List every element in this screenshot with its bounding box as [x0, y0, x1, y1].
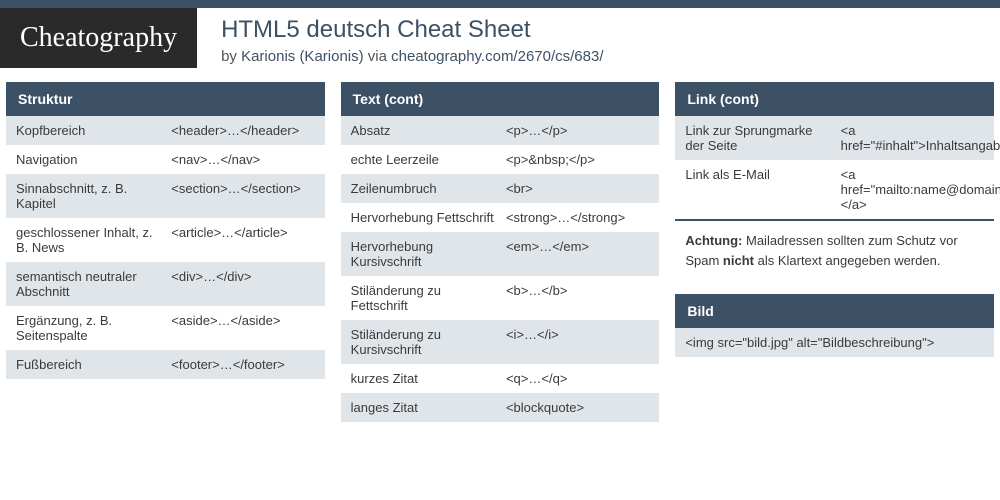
cell-label: geschlossener Inhalt, z. B. News: [16, 225, 171, 255]
box-note: Achtung: Mailadressen sollten zum Schutz…: [675, 219, 994, 282]
cell-label: kurzes Zitat: [351, 371, 506, 386]
column-1: StrukturKopfbereich<header>…</header>Nav…: [6, 82, 325, 434]
table-row: semantisch neutraler Abschnitt<div>…</di…: [6, 262, 325, 306]
author-link[interactable]: Karionis (Karionis): [241, 48, 364, 65]
cell-code: <strong>…</strong>: [506, 210, 649, 225]
table-row: Hervorhebung Fettschrift<strong>…</stron…: [341, 203, 660, 232]
box-header: Bild: [675, 294, 994, 328]
table-row: Link zur Sprungmarke der Seite<a href="#…: [675, 116, 994, 160]
cell-code: <header>…</header>: [171, 123, 314, 138]
cell-label: Hervorhebung Fettschrift: [351, 210, 506, 225]
cell-label: Ergänzung, z. B. Seitenspalte: [16, 313, 171, 343]
cheat-box: Bild <img src="bild.jpg" alt="Bildbeschre…: [675, 294, 994, 357]
cell-label: Stiländerung zu Kursivschrift: [351, 327, 506, 357]
table-row: Zeilenumbruch<br>: [341, 174, 660, 203]
cell-label: echte Leerzeile: [351, 152, 506, 167]
cell-code: <aside>…</aside>: [171, 313, 314, 343]
box-body: Kopfbereich<header>…</header>Navigation<…: [6, 116, 325, 379]
cell-label: Fußbereich: [16, 357, 171, 372]
cheat-box: Link (cont)Link zur Sprungmarke der Seit…: [675, 82, 994, 282]
title-block: HTML5 deutsch Cheat Sheet by Karionis (K…: [221, 8, 603, 65]
cheat-box: StrukturKopfbereich<header>…</header>Nav…: [6, 82, 325, 379]
box-header: Struktur: [6, 82, 325, 116]
cell-label: Stiländerung zu Fettschrift: [351, 283, 506, 313]
cell-code: <a href="mailto:name@domain.de"></a>: [841, 167, 1000, 212]
table-row: Fußbereich<footer>…</footer>: [6, 350, 325, 379]
cell-code: <p>…</p>: [506, 123, 649, 138]
box-header: Link (cont): [675, 82, 994, 116]
cell-label: Link als E-Mail: [685, 167, 840, 212]
columns: StrukturKopfbereich<header>…</header>Nav…: [0, 82, 1000, 434]
cell-label: Sinnabschnitt, z. B. Kapitel: [16, 181, 171, 211]
table-row: Stiländerung zu Kursivschrift<i>…</i>: [341, 320, 660, 364]
table-row: Kopfbereich<header>…</header>: [6, 116, 325, 145]
table-row: Navigation<nav>…</nav>: [6, 145, 325, 174]
via-label: via: [364, 48, 392, 65]
cell-label: Link zur Sprungmarke der Seite: [685, 123, 840, 153]
table-row: <img src="bild.jpg" alt="Bildbeschreibun…: [675, 328, 994, 357]
cell-code: <footer>…</footer>: [171, 357, 314, 372]
table-row: geschlossener Inhalt, z. B. News<article…: [6, 218, 325, 262]
byline: by Karionis (Karionis) via cheatography.…: [221, 48, 603, 65]
cell-code: <article>…</article>: [171, 225, 314, 255]
cell-code: <br>: [506, 181, 649, 196]
cell-code: <i>…</i>: [506, 327, 649, 357]
box-body: Link zur Sprungmarke der Seite<a href="#…: [675, 116, 994, 219]
source-link[interactable]: cheatography.com/2670/cs/683/: [391, 48, 603, 65]
cell-code: <section>…</section>: [171, 181, 314, 211]
table-row: Ergänzung, z. B. Seitenspalte<aside>…</a…: [6, 306, 325, 350]
table-row: Link als E-Mail<a href="mailto:name@doma…: [675, 160, 994, 219]
cell-label: Navigation: [16, 152, 171, 167]
cell-code: <nav>…</nav>: [171, 152, 314, 167]
cell-code: <a href="#inhalt">Inhaltsangabe</a>: [841, 123, 1000, 153]
cheat-box: Text (cont)Absatz<p>…</p>echte Leerzeile…: [341, 82, 660, 422]
cell-label: Kopfbereich: [16, 123, 171, 138]
table-row: Stiländerung zu Fettschrift<b>…</b>: [341, 276, 660, 320]
page-title: HTML5 deutsch Cheat Sheet: [221, 16, 603, 44]
cell-code: <div>…</div>: [171, 269, 314, 299]
table-row: echte Leerzeile<p>&nbsp;</p>: [341, 145, 660, 174]
cell-label: langes Zitat: [351, 400, 506, 415]
table-row: kurzes Zitat<q>…</q>: [341, 364, 660, 393]
column-2: Text (cont)Absatz<p>…</p>echte Leerzeile…: [341, 82, 660, 434]
cell-code: <q>…</q>: [506, 371, 649, 386]
cell-code: <p>&nbsp;</p>: [506, 152, 649, 167]
by-label: by: [221, 48, 241, 65]
cell-label: semantisch neutraler Abschnitt: [16, 269, 171, 299]
cell-label: Zeilenumbruch: [351, 181, 506, 196]
box-header: Text (cont): [341, 82, 660, 116]
cell-label: Hervorhebung Kursivschrift: [351, 239, 506, 269]
cell-code: <em>…</em>: [506, 239, 649, 269]
box-body: <img src="bild.jpg" alt="Bildbeschreibun…: [675, 328, 994, 357]
cell-full: <img src="bild.jpg" alt="Bildbeschreibun…: [685, 335, 984, 350]
table-row: langes Zitat<blockquote>: [341, 393, 660, 422]
cell-code: <b>…</b>: [506, 283, 649, 313]
cell-code: <blockquote>: [506, 400, 649, 415]
header: Cheatography HTML5 deutsch Cheat Sheet b…: [0, 8, 1000, 82]
table-row: Sinnabschnitt, z. B. Kapitel<section>…</…: [6, 174, 325, 218]
cell-label: Absatz: [351, 123, 506, 138]
box-body: Absatz<p>…</p>echte Leerzeile<p>&nbsp;</…: [341, 116, 660, 422]
top-accent-bar: [0, 0, 1000, 8]
site-logo[interactable]: Cheatography: [0, 8, 197, 68]
column-3: Link (cont)Link zur Sprungmarke der Seit…: [675, 82, 994, 434]
table-row: Absatz<p>…</p>: [341, 116, 660, 145]
table-row: Hervorhebung Kursivschrift<em>…</em>: [341, 232, 660, 276]
